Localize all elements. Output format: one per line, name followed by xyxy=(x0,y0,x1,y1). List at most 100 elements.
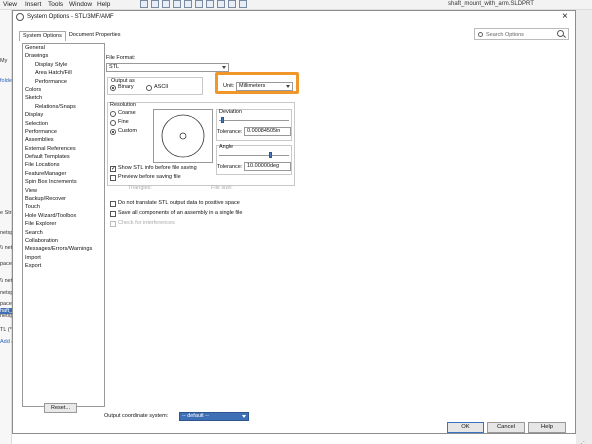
open-icon[interactable] xyxy=(162,0,170,8)
resize-grip-icon[interactable]: ⋰ xyxy=(578,440,585,444)
triangles-label: Triangles: xyxy=(128,185,152,191)
tree-item[interactable]: Collaboration xyxy=(23,237,104,245)
tree-item[interactable]: Selection xyxy=(23,120,104,128)
background-panel-text: My xyxy=(0,58,8,64)
tree-item[interactable]: Search xyxy=(23,229,104,237)
cancel-button[interactable]: Cancel xyxy=(487,422,525,433)
menu-bar: View Insert Tools Window Help shaft_moun… xyxy=(0,0,592,10)
angle-tolerance-field[interactable]: 10.00000deg xyxy=(244,162,291,171)
tree-item[interactable]: Spin Box Increments xyxy=(23,178,104,186)
rebuild-icon[interactable] xyxy=(217,0,225,8)
angle-tolerance-label: Tolerance: xyxy=(217,164,243,170)
no-translate-label: Do not translate STL output data to posi… xyxy=(118,200,240,206)
ascii-radio[interactable] xyxy=(146,85,152,91)
tree-item[interactable]: External References xyxy=(23,145,104,153)
dialog-title: System Options - STL/3MF/AMF xyxy=(27,14,114,20)
tab-system-options[interactable]: System Options xyxy=(19,31,66,41)
coarse-radio[interactable] xyxy=(110,111,116,117)
tree-item[interactable]: Area Hatch/Fill xyxy=(23,69,104,77)
menu-tools[interactable]: Tools xyxy=(48,1,63,8)
fine-label: Fine xyxy=(118,119,129,125)
undo-icon[interactable] xyxy=(195,0,203,8)
check-interference-label: Check for interferences xyxy=(118,220,175,226)
no-translate-checkbox[interactable] xyxy=(110,201,116,207)
show-stl-info-checkbox[interactable] xyxy=(110,165,116,172)
new-document-icon[interactable] xyxy=(151,0,159,8)
print-icon[interactable] xyxy=(184,0,192,8)
system-options-dialog: System Options - STL/3MF/AMF × System Op… xyxy=(12,10,585,444)
angle-slider-track xyxy=(219,155,289,156)
tree-item[interactable]: Hole Wizard/Toolbox xyxy=(23,212,104,220)
file-format-select[interactable]: STL xyxy=(106,63,229,72)
background-right-edge xyxy=(576,10,592,444)
tree-item[interactable]: Drawings xyxy=(23,52,104,60)
preview-checkbox[interactable] xyxy=(110,175,116,181)
chevron-down-icon xyxy=(222,66,226,69)
tree-item[interactable]: Export xyxy=(23,262,104,270)
tree-item[interactable]: Performance xyxy=(23,78,104,86)
tree-item[interactable]: General xyxy=(23,44,104,52)
tree-item[interactable]: File Locations xyxy=(23,161,104,169)
coarse-label: Coarse xyxy=(118,110,136,116)
tree-item[interactable]: Colors xyxy=(23,86,104,94)
stl-options-panel: File Format: STL Output as Binary ASCII … xyxy=(104,43,571,421)
dialog-titlebar: System Options - STL/3MF/AMF × xyxy=(13,11,575,23)
tree-item[interactable]: Backup/Recover xyxy=(23,195,104,203)
tree-item[interactable]: Display xyxy=(23,111,104,119)
fine-radio[interactable] xyxy=(110,120,116,126)
angle-slider[interactable] xyxy=(269,152,272,158)
deviation-tolerance-field[interactable]: 0.00084505in xyxy=(244,127,291,136)
reset-button[interactable]: Reset... xyxy=(44,403,77,413)
menu-insert[interactable]: Insert xyxy=(25,1,41,8)
check-interference-checkbox[interactable] xyxy=(110,221,116,227)
close-icon[interactable]: × xyxy=(562,11,568,22)
deviation-tolerance-label: Tolerance: xyxy=(217,129,243,135)
quick-access-toolbar xyxy=(140,0,247,9)
tree-item[interactable]: Default Templates xyxy=(23,153,104,161)
custom-radio[interactable] xyxy=(110,129,116,135)
output-coord-select[interactable]: -- default -- xyxy=(179,412,249,421)
binary-radio[interactable] xyxy=(110,85,116,91)
output-coord-value: -- default -- xyxy=(182,413,209,419)
file-format-value: STL xyxy=(109,64,120,70)
ascii-label: ASCII xyxy=(154,84,169,90)
deviation-label: Deviation xyxy=(219,109,242,115)
save-icon[interactable] xyxy=(173,0,181,8)
tree-item[interactable]: Import xyxy=(23,254,104,262)
chevron-down-icon xyxy=(242,415,246,418)
binary-label: Binary xyxy=(118,84,134,90)
tree-item[interactable]: Messages/Errors/Warnings xyxy=(23,245,104,253)
tree-item[interactable]: View xyxy=(23,187,104,195)
file-size-label: File size: xyxy=(211,185,233,191)
home-icon[interactable] xyxy=(140,0,148,8)
options-icon[interactable] xyxy=(239,0,247,8)
tab-document-properties[interactable]: Document Properties xyxy=(66,31,124,41)
tree-item[interactable]: Display Style xyxy=(23,61,104,69)
help-button[interactable]: Help xyxy=(528,422,566,433)
tree-item[interactable]: Assemblies xyxy=(23,136,104,144)
tree-item[interactable]: Touch xyxy=(23,203,104,211)
menu-view[interactable]: View xyxy=(3,1,17,8)
tree-item[interactable]: Performance xyxy=(23,128,104,136)
menu-help[interactable]: Help xyxy=(97,1,110,8)
background-panel-text: TL (* xyxy=(0,327,12,333)
search-options-box[interactable]: Search Options xyxy=(474,28,569,40)
ok-button[interactable]: OK xyxy=(447,422,484,433)
search-scope-icon xyxy=(478,32,483,37)
menu-window[interactable]: Window xyxy=(69,1,92,8)
options-tree: General Drawings Display Style Area Hatch/F… xyxy=(22,43,105,407)
search-icon[interactable] xyxy=(557,30,564,37)
background-panel-text: haft_ xyxy=(0,308,13,314)
file-properties-icon[interactable] xyxy=(228,0,236,8)
select-icon[interactable] xyxy=(206,0,214,8)
tree-item[interactable]: File Explorer xyxy=(23,220,104,228)
save-all-components-label: Save all components of an assembly in a … xyxy=(118,210,243,216)
tree-item[interactable]: Sketch xyxy=(23,94,104,102)
deviation-slider[interactable] xyxy=(221,117,224,123)
save-all-components-checkbox[interactable] xyxy=(110,211,116,217)
background-panel-text: \\ net xyxy=(0,245,13,251)
search-input[interactable]: Search Options xyxy=(486,32,524,38)
tree-item[interactable]: FeatureManager xyxy=(23,170,104,178)
tree-item[interactable]: Relations/Snaps xyxy=(23,103,104,111)
angle-label: Angle xyxy=(219,144,234,150)
